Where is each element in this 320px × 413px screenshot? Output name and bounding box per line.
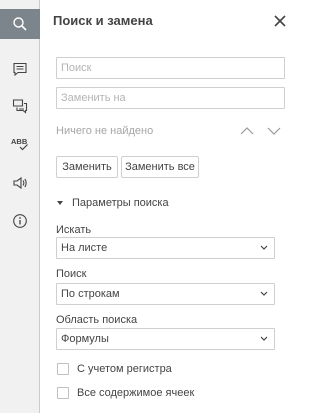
info-icon xyxy=(13,214,27,228)
replace-all-button[interactable]: Заменить все xyxy=(121,156,199,178)
chat-icon xyxy=(12,99,28,114)
rail-spellcheck-button[interactable]: ABB xyxy=(0,129,40,159)
search-status: Ничего не найдено xyxy=(56,125,154,137)
match-case-checkbox[interactable] xyxy=(57,363,69,375)
within-value: На листе xyxy=(61,242,108,254)
rail-search-button[interactable] xyxy=(0,9,40,39)
rail-about-button[interactable] xyxy=(0,206,40,236)
previous-result-button[interactable] xyxy=(239,124,255,138)
search-icon xyxy=(13,17,27,31)
find-replace-panel: Поиск и замена Ничего не найдено Заменит… xyxy=(41,0,301,413)
spellcheck-icon: ABB xyxy=(11,137,28,151)
close-icon[interactable] xyxy=(273,14,287,28)
search-options-toggle[interactable]: Параметры поиска xyxy=(56,197,169,209)
next-result-button[interactable] xyxy=(266,124,282,138)
search-by-label: Поиск xyxy=(56,268,87,280)
match-case-label: С учетом регистра xyxy=(77,363,172,375)
megaphone-icon xyxy=(13,176,27,190)
caret-down-icon xyxy=(57,201,63,205)
left-toolbar: ABB xyxy=(0,0,40,413)
replace-button[interactable]: Заменить xyxy=(56,156,118,178)
chevron-down-icon xyxy=(260,336,268,341)
rail-feedback-button[interactable] xyxy=(0,168,40,198)
replace-input[interactable] xyxy=(56,87,285,109)
search-options-title: Параметры поиска xyxy=(72,197,169,209)
within-select[interactable]: На листе xyxy=(56,237,275,259)
find-input[interactable] xyxy=(56,57,285,79)
rail-chat-button[interactable] xyxy=(0,91,40,121)
search-by-value: По строкам xyxy=(61,288,120,300)
entire-cell-checkbox[interactable] xyxy=(57,387,69,399)
entire-cell-label: Все содержимое ячеек xyxy=(77,387,195,399)
search-by-select[interactable]: По строкам xyxy=(56,283,275,305)
look-in-select[interactable]: Формулы xyxy=(56,328,275,350)
chevron-down-icon xyxy=(260,291,268,296)
chevron-down-icon xyxy=(260,245,268,250)
within-label: Искать xyxy=(56,224,92,236)
look-in-value: Формулы xyxy=(61,333,109,345)
look-in-label: Область поиска xyxy=(56,314,138,326)
comment-icon xyxy=(13,62,27,77)
panel-title: Поиск и замена xyxy=(53,13,153,28)
rail-comments-button[interactable] xyxy=(0,54,40,84)
svg-text:ABB: ABB xyxy=(11,137,28,146)
